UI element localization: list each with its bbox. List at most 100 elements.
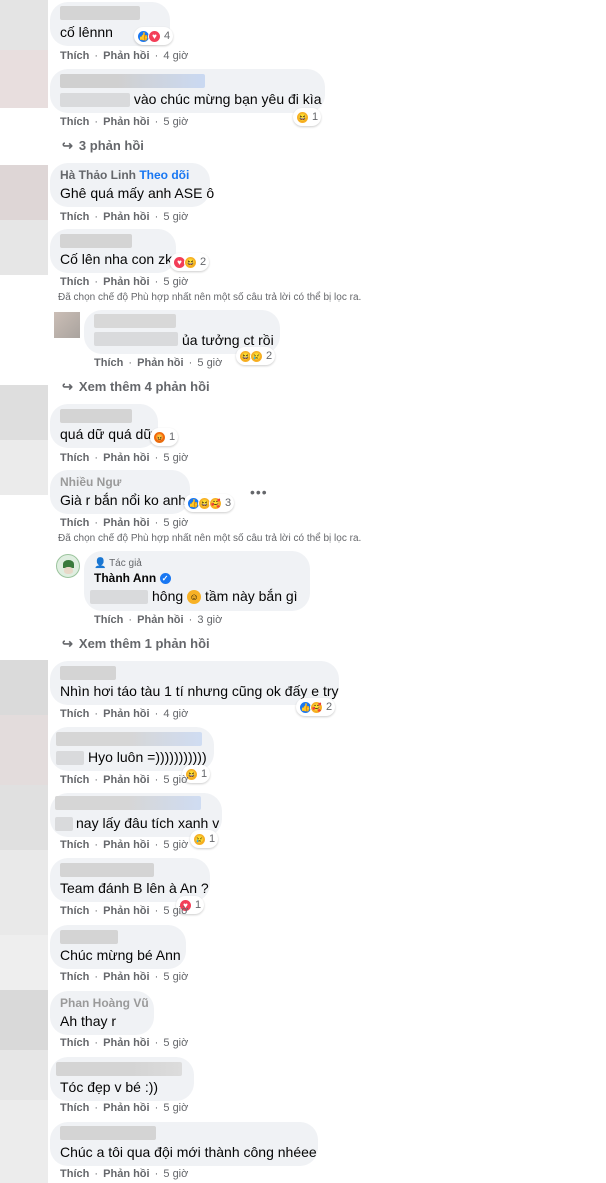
tagged-user[interactable] — [56, 751, 84, 765]
like-link[interactable]: Thích — [94, 614, 123, 626]
like-link[interactable]: Thích — [60, 517, 89, 529]
timestamp[interactable]: 5 giờ — [163, 1102, 188, 1114]
like-link[interactable]: Thích — [60, 839, 89, 851]
commenter-name[interactable] — [60, 234, 132, 248]
timestamp[interactable]: 5 giờ — [163, 211, 188, 223]
reply-link[interactable]: Phản hồi — [103, 517, 149, 529]
comment-actions: Thích · Phản hồi · 5 giờ — [60, 1102, 189, 1114]
like-link[interactable]: Thích — [60, 971, 89, 983]
commenter-name[interactable] — [60, 666, 116, 680]
commenter-name[interactable] — [60, 6, 140, 20]
author-avatar[interactable] — [56, 554, 80, 578]
commenter-name[interactable]: Phan Hoàng Vũ — [60, 996, 149, 1010]
commenter-name[interactable] — [60, 74, 205, 88]
more-options-icon[interactable]: ••• — [250, 484, 268, 500]
commenter-name[interactable] — [56, 732, 202, 746]
avatar[interactable] — [54, 312, 80, 338]
timestamp[interactable]: 5 giờ — [163, 839, 188, 851]
commenter-name[interactable] — [60, 409, 132, 423]
like-link[interactable]: Thích — [60, 50, 89, 62]
timestamp[interactable]: 4 giờ — [163, 708, 188, 720]
avatar[interactable] — [0, 715, 48, 785]
timestamp[interactable]: 5 giờ — [163, 1168, 188, 1180]
commenter-name[interactable] — [60, 863, 154, 877]
timestamp[interactable]: 5 giờ — [163, 116, 188, 128]
reaction-summary[interactable]: 😆 1 — [293, 108, 322, 126]
timestamp[interactable]: 5 giờ — [163, 1037, 188, 1049]
reply-link[interactable]: Phản hồi — [103, 211, 149, 223]
like-link[interactable]: Thích — [60, 1037, 89, 1049]
timestamp[interactable]: 4 giờ — [163, 50, 188, 62]
commenter-name[interactable] — [94, 314, 176, 328]
like-link[interactable]: Thích — [60, 708, 89, 720]
like-link[interactable]: Thích — [94, 357, 123, 369]
avatar[interactable] — [0, 850, 48, 935]
avatar[interactable] — [0, 990, 48, 1050]
like-link[interactable]: Thích — [60, 1102, 89, 1114]
tagged-user[interactable] — [60, 93, 130, 108]
avatar[interactable] — [0, 785, 48, 850]
reaction-summary[interactable]: 👍 🥰 2 — [296, 698, 336, 716]
timestamp[interactable]: 5 giờ — [163, 905, 188, 917]
timestamp[interactable]: 5 giờ — [163, 452, 188, 464]
reply-link[interactable]: Phản hồi — [103, 1102, 149, 1114]
avatar[interactable] — [0, 50, 48, 108]
reply-link[interactable]: Phản hồi — [103, 971, 149, 983]
view-replies-link[interactable]: ↪ 3 phản hồi — [62, 138, 144, 154]
sad-icon: 😢 — [193, 832, 206, 846]
commenter-name[interactable]: Hà Thảo Linh — [60, 168, 136, 182]
reply-link[interactable]: Phản hồi — [103, 276, 149, 288]
reply-link[interactable]: Phản hồi — [103, 839, 149, 851]
reaction-summary[interactable]: 👍 😆 🥰 3 — [184, 494, 235, 512]
like-link[interactable]: Thích — [60, 276, 89, 288]
reaction-summary[interactable]: 😡 1 — [150, 428, 179, 446]
reply-link[interactable]: Phản hồi — [103, 708, 149, 720]
timestamp[interactable]: 5 giờ — [197, 357, 222, 369]
avatar[interactable] — [0, 1050, 48, 1100]
reaction-summary[interactable]: 😆 😢 2 — [236, 347, 276, 365]
reaction-summary[interactable]: 👍 ♥ 4 — [134, 27, 174, 45]
reply-link[interactable]: Phản hồi — [103, 452, 149, 464]
timestamp[interactable]: 5 giờ — [163, 774, 188, 786]
avatar[interactable] — [0, 440, 48, 495]
reaction-summary[interactable]: ♥ 😆 2 — [170, 253, 210, 271]
reply-link[interactable]: Phản hồi — [103, 1037, 149, 1049]
commenter-name[interactable] — [60, 1126, 156, 1140]
timestamp[interactable]: 3 giờ — [197, 614, 222, 626]
like-link[interactable]: Thích — [60, 452, 89, 464]
reply-link[interactable]: Phản hồi — [103, 774, 149, 786]
view-more-replies-link[interactable]: ↪ Xem thêm 4 phản hồi — [62, 379, 210, 395]
reply-link[interactable]: Phản hồi — [103, 905, 149, 917]
like-link[interactable]: Thích — [60, 211, 89, 223]
like-link[interactable]: Thích — [60, 1168, 89, 1180]
avatar[interactable] — [0, 220, 48, 275]
like-link[interactable]: Thích — [60, 905, 89, 917]
follow-link[interactable]: Theo dõi — [139, 168, 189, 182]
avatar[interactable] — [0, 1100, 48, 1183]
reply-link[interactable]: Phản hồi — [103, 50, 149, 62]
tagged-user[interactable] — [94, 332, 178, 346]
like-link[interactable]: Thích — [60, 116, 89, 128]
reaction-summary[interactable]: 😢 1 — [190, 830, 219, 848]
timestamp[interactable]: 5 giờ — [163, 517, 188, 529]
view-more-replies-link[interactable]: ↪ Xem thêm 1 phản hồi — [62, 636, 210, 652]
avatar[interactable] — [0, 660, 48, 715]
avatar[interactable] — [0, 385, 48, 440]
commenter-name[interactable] — [56, 1062, 182, 1076]
timestamp[interactable]: 5 giờ — [163, 971, 188, 983]
commenter-name[interactable] — [60, 930, 118, 944]
tagged-user[interactable] — [90, 590, 148, 604]
avatar[interactable] — [0, 0, 48, 50]
commenter-name[interactable]: Nhiều Ngư — [60, 475, 121, 489]
timestamp[interactable]: 5 giờ — [163, 276, 188, 288]
like-link[interactable]: Thích — [60, 774, 89, 786]
reply-link[interactable]: Phản hồi — [137, 357, 183, 369]
reply-link[interactable]: Phản hồi — [137, 614, 183, 626]
commenter-name[interactable]: Thành Ann — [94, 571, 156, 585]
reply-link[interactable]: Phản hồi — [103, 116, 149, 128]
tagged-user[interactable] — [55, 817, 73, 831]
avatar[interactable] — [0, 165, 48, 220]
reply-link[interactable]: Phản hồi — [103, 1168, 149, 1180]
commenter-name[interactable] — [55, 796, 201, 810]
avatar[interactable] — [0, 935, 48, 990]
